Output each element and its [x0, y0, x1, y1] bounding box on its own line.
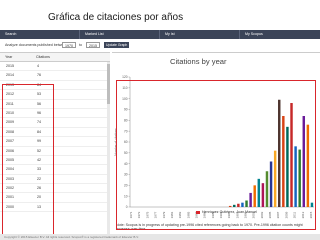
chart-title: Citations by year: [170, 57, 227, 66]
row-citations[interactable]: 4: [37, 64, 39, 68]
tab-marked-list[interactable]: Marked List: [80, 30, 160, 39]
to-year-select[interactable]: 2015: [86, 41, 100, 48]
table-row: 2015 4: [0, 62, 110, 72]
table-row: 2014 76: [0, 71, 110, 81]
tab-my-list[interactable]: My Ist: [160, 30, 240, 39]
highlight-table-box: [2, 84, 54, 236]
col-citations-header[interactable]: Citations: [36, 55, 50, 59]
tab-search[interactable]: Search: [0, 30, 80, 39]
highlight-chart-box: [116, 80, 316, 230]
table-header: Year Citations: [0, 53, 110, 62]
slide-title: Gráfica de citaciones por años: [48, 12, 184, 23]
footer: Copyright © 2015 Elsevier B.V. All right…: [0, 234, 320, 240]
year-range-filter: Analyze documents published between 1970…: [0, 40, 320, 50]
from-year-select[interactable]: 1970: [62, 41, 76, 48]
row-citations[interactable]: 76: [37, 73, 41, 77]
top-navigation: Search Marked List My Ist My Scopus: [0, 30, 320, 39]
table-scrollbar[interactable]: [107, 62, 110, 236]
y-tick-label: 120: [122, 75, 128, 79]
footer-text: Copyright © 2015 Elsevier B.V. All right…: [4, 235, 139, 239]
to-label: to: [79, 43, 82, 47]
update-graph-button[interactable]: Update Graph: [104, 41, 130, 48]
filter-label: Analyze documents published between: [5, 43, 68, 47]
row-year[interactable]: 2015: [6, 64, 14, 68]
col-year-header[interactable]: Year: [5, 55, 12, 59]
scrollbar-thumb[interactable]: [107, 64, 110, 104]
row-year[interactable]: 2014: [6, 73, 14, 77]
tab-my-scopus[interactable]: My Scopus: [240, 30, 320, 39]
